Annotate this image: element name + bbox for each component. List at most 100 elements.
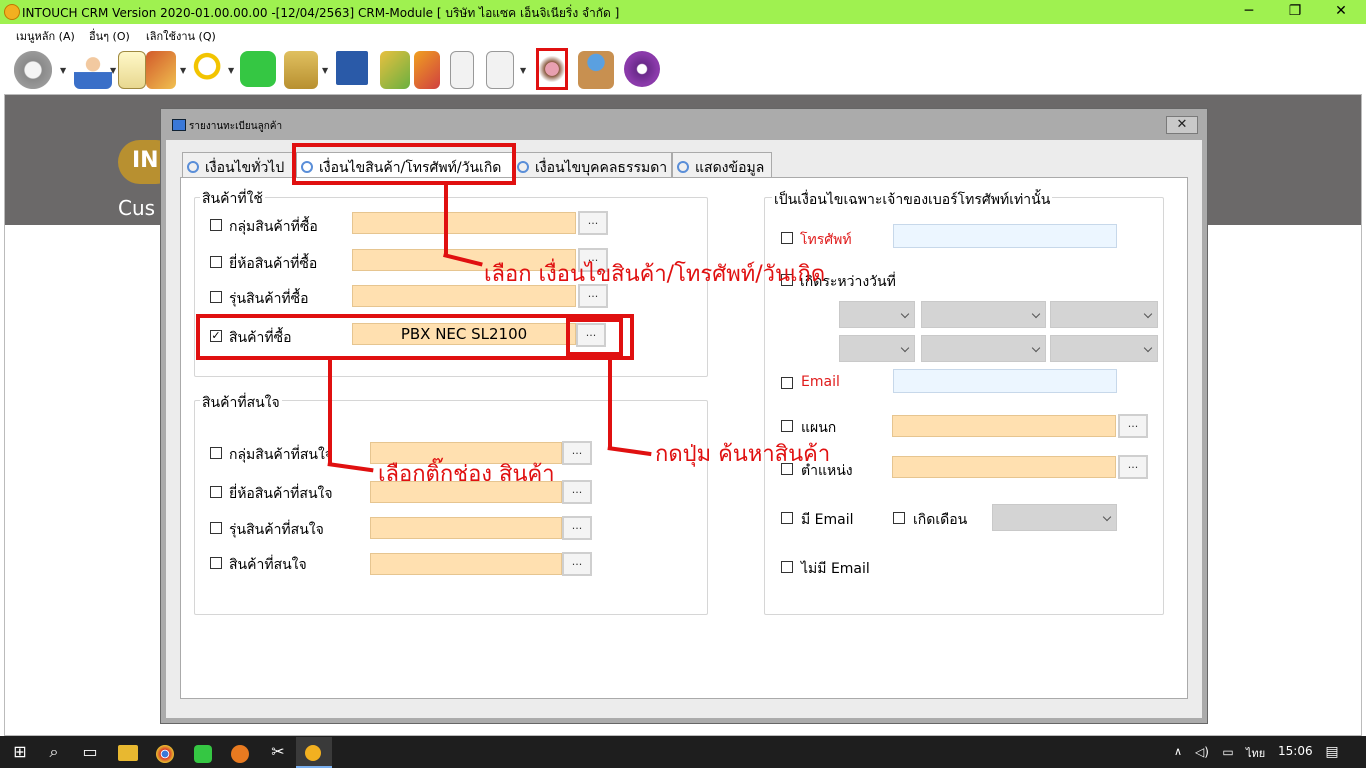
chat-icon[interactable] [240, 51, 276, 87]
cake-icon[interactable] [536, 48, 568, 90]
start-year-select[interactable] [1050, 301, 1158, 328]
notification-icon[interactable]: ▤ [1320, 740, 1344, 764]
tools-icon[interactable] [146, 51, 176, 89]
chevron-down-icon[interactable]: ▼ [60, 66, 66, 75]
chevron-down-icon[interactable]: ▼ [520, 66, 526, 75]
group-title: สินค้าที่ใช้ [200, 188, 265, 210]
folder-add-icon[interactable] [284, 51, 318, 89]
browse-interest-brand-button[interactable]: ... [562, 480, 592, 504]
label-birth-month: เกิดเดือน [913, 512, 968, 528]
label-no-email: ไม่มี Email [801, 561, 870, 577]
browse-product-group-button[interactable]: ... [578, 211, 608, 235]
browse-interest-product-button[interactable]: ... [562, 552, 592, 576]
search-icon [677, 161, 689, 173]
checkbox-no-email[interactable] [781, 561, 793, 573]
tab-individual[interactable]: เงื่อนไขบุคคลธรรมดา [512, 152, 672, 178]
globe-box-icon[interactable] [578, 51, 614, 89]
checkbox-has-email[interactable] [781, 512, 793, 524]
checkbox-product-model[interactable] [210, 291, 222, 303]
money-icon[interactable] [380, 51, 410, 89]
interest-model-field[interactable] [370, 517, 562, 539]
user-icon[interactable] [74, 51, 112, 89]
label-interest-product: สินค้าที่สนใจ [229, 557, 307, 573]
dialog-close-button[interactable]: ✕ [1166, 116, 1198, 134]
chrome-icon[interactable] [156, 745, 174, 763]
minimize-button[interactable]: ─ [1226, 0, 1272, 24]
tools-icon[interactable]: ✂ [266, 740, 290, 764]
chevron-down-icon[interactable]: ▼ [110, 66, 116, 75]
pin-icon[interactable] [414, 51, 440, 89]
app-icon [4, 4, 20, 20]
chevron-down-icon [900, 343, 910, 353]
browse-interest-model-button[interactable]: ... [562, 516, 592, 540]
browse-interest-group-button[interactable]: ... [562, 441, 592, 465]
chevron-down-icon[interactable]: ▼ [228, 66, 234, 75]
app-icon[interactable] [231, 745, 249, 763]
file-explorer-icon[interactable] [118, 745, 138, 761]
birth-month-select[interactable] [992, 504, 1117, 531]
notepad-icon[interactable] [118, 51, 146, 89]
document-icon[interactable] [450, 51, 474, 89]
label-interest-brand: ยี่ห้อสินค้าที่สนใจ [229, 486, 333, 502]
browse-position-button[interactable]: ... [1118, 455, 1148, 479]
report-icon[interactable] [486, 51, 514, 89]
gear-icon[interactable] [14, 51, 52, 89]
checkbox-product-group[interactable] [210, 219, 222, 231]
end-month-select[interactable] [921, 335, 1046, 362]
windows-start-icon[interactable]: ⊞ [8, 740, 32, 764]
position-field[interactable] [892, 456, 1116, 478]
menu-main[interactable]: เมนูหลัก (A) [16, 27, 75, 45]
checkbox-interest-brand[interactable] [210, 486, 222, 498]
menu-other[interactable]: อื่นๆ (O) [89, 27, 130, 45]
checkbox-birth-month[interactable] [893, 512, 905, 524]
checkbox-product-brand[interactable] [210, 256, 222, 268]
label-has-email: มี Email [801, 512, 854, 528]
label-product-model: รุ่นสินค้าที่ซื้อ [229, 291, 309, 307]
checkbox-interest-product[interactable] [210, 557, 222, 569]
banner-caption: Cus [118, 196, 156, 220]
end-day-select[interactable] [839, 335, 915, 362]
start-month-select[interactable] [921, 301, 1046, 328]
chevron-down-icon[interactable]: ▼ [322, 66, 328, 75]
restore-button[interactable]: ❐ [1272, 0, 1318, 24]
task-view-icon[interactable]: ▭ [78, 740, 102, 764]
phone-input[interactable] [893, 224, 1117, 248]
intouch-icon [305, 745, 321, 761]
chevron-down-icon [1031, 309, 1041, 319]
department-field[interactable] [892, 415, 1116, 437]
search-icon[interactable]: ⌕ [42, 740, 66, 764]
language-indicator[interactable]: ไทย [1246, 744, 1265, 762]
podcast-icon[interactable] [624, 51, 660, 87]
end-year-select[interactable] [1050, 335, 1158, 362]
chart-icon[interactable] [336, 51, 368, 85]
tab-label: เงื่อนไขทั่วไป [205, 160, 285, 176]
highlight-browse-button [566, 318, 623, 356]
checkbox-phone[interactable] [781, 232, 793, 244]
search-icon[interactable] [190, 51, 228, 89]
checkbox-department[interactable] [781, 420, 793, 432]
tab-show-data[interactable]: แสดงข้อมูล [672, 152, 772, 178]
search-icon [517, 161, 529, 173]
chevron-down-icon [900, 309, 910, 319]
interest-product-field[interactable] [370, 553, 562, 575]
dialog-icon [172, 119, 186, 131]
tray-chevron-icon[interactable]: ∧ [1166, 740, 1190, 764]
checkbox-interest-group[interactable] [210, 447, 222, 459]
product-group-field[interactable] [352, 212, 576, 234]
volume-icon[interactable]: ◁) [1190, 740, 1214, 764]
network-icon[interactable]: ▭ [1216, 740, 1240, 764]
label-interest-group: กลุ่มสินค้าที่สนใจ [229, 447, 334, 463]
chevron-down-icon[interactable]: ▼ [180, 66, 186, 75]
email-input[interactable] [893, 369, 1117, 393]
browse-department-button[interactable]: ... [1118, 414, 1148, 438]
clock[interactable]: 15:06 [1278, 744, 1313, 758]
label-product-group: กลุ่มสินค้าที่ซื้อ [229, 219, 318, 235]
line-app-icon[interactable] [194, 745, 212, 763]
highlight-tab [292, 143, 516, 185]
start-day-select[interactable] [839, 301, 915, 328]
checkbox-interest-model[interactable] [210, 522, 222, 534]
close-window-button[interactable]: ✕ [1318, 0, 1364, 24]
tab-general[interactable]: เงื่อนไขทั่วไป [182, 152, 294, 178]
checkbox-email[interactable] [781, 377, 793, 389]
menu-quit[interactable]: เลิกใช้งาน (Q) [146, 27, 216, 45]
